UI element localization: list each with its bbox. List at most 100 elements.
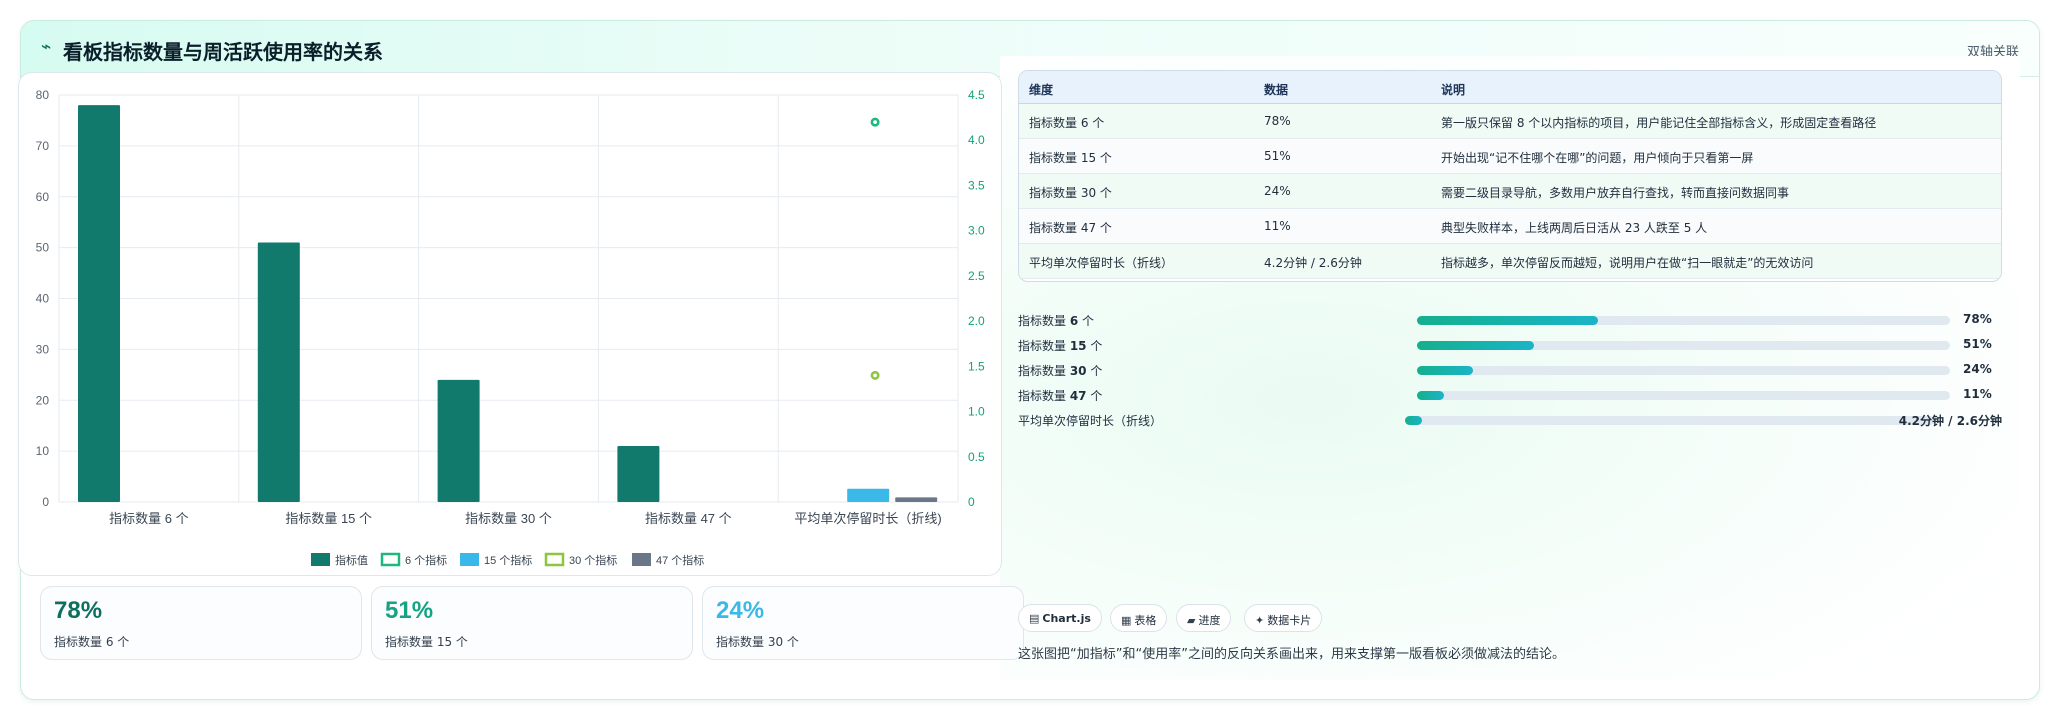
- legend-label: 47 个指标: [656, 553, 704, 567]
- y-right-tick-label: 4.0: [968, 133, 985, 147]
- tag-chip[interactable]: ▰ 进度: [1176, 604, 1232, 632]
- progress-label-suffix: 个: [1078, 314, 1095, 328]
- table-cell: 指标数量 47 个: [1029, 221, 1112, 235]
- y-left-tick-label: 40: [36, 292, 50, 306]
- stat-label: 指标数量 15 个: [385, 635, 468, 649]
- legend-swatch: [311, 553, 330, 566]
- progress-track: [1417, 366, 1950, 375]
- chip-label: 进度: [1198, 614, 1221, 627]
- progress-label-count: 30: [1069, 364, 1087, 378]
- legend-label: 6 个指标: [405, 553, 447, 567]
- progress-value: 51%: [1963, 337, 1992, 351]
- progress-label-prefix: 指标数量: [1018, 364, 1070, 378]
- progress-row: 平均单次停留时长（折线） 4.2分钟 / 2.6分钟: [1018, 410, 2002, 430]
- table-header-dimension: 维度: [1029, 83, 1054, 97]
- progress-label: 指标数量 47 个: [1018, 387, 1102, 404]
- progress-label-suffix: 个: [1086, 364, 1103, 378]
- stat-value: 78%: [54, 597, 103, 624]
- y-right-tick-label: 0: [968, 495, 975, 509]
- tag-chip[interactable]: ▤ Chart.js: [1018, 604, 1102, 632]
- table-cell: 78%: [1264, 114, 1291, 128]
- table-header-data: 数据: [1264, 83, 1289, 97]
- y-left-tick-label: 80: [36, 88, 50, 102]
- legend-label: 30 个指标: [569, 553, 617, 567]
- progress-icon: ▰: [1187, 614, 1196, 627]
- progress-row: 指标数量 47 个 11%: [1018, 385, 2002, 405]
- y-left-tick-label: 70: [36, 139, 50, 153]
- chip-label: 表格: [1134, 614, 1157, 627]
- legend-swatch: [380, 552, 401, 567]
- table-header-desc: 说明: [1441, 83, 1466, 97]
- progress-fill: [1405, 416, 1423, 425]
- trend-icon: ⌁: [41, 37, 52, 57]
- x-tick-label: 指标数量 47 个: [645, 511, 732, 526]
- table-cell: 典型失败样本，上线两周后日活从 23 人跌至 5 人: [1441, 221, 1708, 235]
- footnote: 这张图把“加指标”和“使用率”之间的反向关系画出来，用来支撑第一版看板必须做减法…: [1018, 647, 1565, 662]
- y-left-tick-label: 0: [42, 495, 49, 509]
- progress-fill: [1417, 366, 1473, 375]
- y-right-tick-label: 3.5: [968, 178, 985, 192]
- x-tick-label: 指标数量 6 个: [109, 511, 188, 526]
- stat-card: 78% 指标数量 6 个: [40, 586, 362, 660]
- y-left-tick-label: 20: [36, 393, 50, 407]
- stat-label: 指标数量 6 个: [54, 635, 130, 649]
- y-left-tick-label: 10: [36, 444, 50, 458]
- data-point: [870, 370, 880, 380]
- progress-value: 24%: [1963, 362, 1992, 376]
- chip-label: 数据卡片: [1267, 614, 1312, 627]
- table-cell: 11%: [1264, 219, 1291, 233]
- progress-label-suffix: 个: [1086, 339, 1103, 353]
- y-left-tick-label: 30: [36, 342, 50, 356]
- x-tick-label: 指标数量 15 个: [285, 511, 372, 526]
- stat-card: 51% 指标数量 15 个: [371, 586, 693, 660]
- combo-chart: 0 10 20 30 40 50 60 70 80 0 0.5 1.0 1.5 2.0 2.5 3.0 3.5 4…: [36, 88, 985, 567]
- stat-label: 指标数量 30 个: [716, 635, 799, 649]
- table-cell: 指标越多，单次停留反而越短，说明用户在做“扫一眼就走”的无效访问: [1441, 256, 1814, 270]
- chip-label: Chart.js: [1042, 612, 1091, 625]
- progress-label-count: 47: [1069, 389, 1087, 403]
- bar: [895, 497, 938, 502]
- progress-label-suffix: 个: [1086, 389, 1103, 403]
- progress-track: [1417, 316, 1950, 325]
- tag-chip[interactable]: ▦ 表格: [1110, 604, 1168, 632]
- page-title: 看板指标数量与周活跃使用率的关系: [63, 40, 383, 64]
- data-point: [870, 117, 880, 127]
- progress-value: 11%: [1963, 387, 1992, 401]
- y-right-tick-label: 4.5: [968, 88, 985, 102]
- y-right-tick-label: 2.5: [968, 269, 985, 283]
- x-tick-label: 平均单次停留时长（折线): [794, 511, 941, 526]
- table-cell: 开始出现“记不住哪个在哪”的问题，用户倾向于只看第一屏: [1441, 151, 1754, 165]
- y-right-tick-label: 0.5: [968, 450, 985, 464]
- table-cell: 指标数量 6 个: [1029, 116, 1105, 130]
- legend-swatch: [460, 553, 479, 566]
- legend-swatch: [632, 553, 651, 566]
- progress-value: 4.2分钟 / 2.6分钟: [1898, 414, 2002, 428]
- table-cell: 4.2分钟 / 2.6分钟: [1264, 256, 1362, 270]
- table-cell: 24%: [1264, 184, 1291, 198]
- tag-chip[interactable]: ✦ 数据卡片: [1244, 604, 1323, 632]
- y-right-tick-label: 2.0: [968, 314, 985, 328]
- table-cell: 51%: [1264, 149, 1291, 163]
- progress-track: [1417, 341, 1950, 350]
- progress-row: 指标数量 30 个 24%: [1018, 360, 2002, 380]
- progress-label-prefix: 指标数量: [1018, 314, 1070, 328]
- table-cell: 平均单次停留时长（折线）: [1029, 256, 1174, 270]
- chart-icon: ▤: [1029, 612, 1040, 625]
- progress-label: 平均单次停留时长（折线）: [1018, 412, 1162, 429]
- progress-label: 指标数量 15 个: [1018, 337, 1102, 354]
- stat-card: 24% 指标数量 30 个: [702, 586, 1024, 660]
- y-left-tick-label: 60: [36, 190, 50, 204]
- stat-value: 24%: [716, 597, 765, 624]
- legend-label: 15 个指标: [484, 553, 532, 567]
- table-cell: 第一版只保留 8 个以内指标的项目，用户能记住全部指标含义，形成固定查看路径: [1441, 116, 1877, 130]
- x-tick-label: 指标数量 30 个: [465, 511, 552, 526]
- data-table: 维度 数据 说明 指标数量 6 个 78% 第一版只保留 8 个以内指标的项目，用户…: [1018, 70, 2002, 282]
- progress-fill: [1417, 341, 1535, 350]
- table-header-row: 维度 数据 说明: [1019, 71, 2001, 104]
- progress-label-prefix: 指标数量: [1018, 339, 1070, 353]
- y-left-tick-label: 50: [36, 241, 50, 255]
- progress-label-prefix: 指标数量: [1018, 389, 1070, 403]
- progress-value: 78%: [1963, 312, 1992, 326]
- progress-track: [1417, 391, 1950, 400]
- progress-fill: [1417, 316, 1599, 325]
